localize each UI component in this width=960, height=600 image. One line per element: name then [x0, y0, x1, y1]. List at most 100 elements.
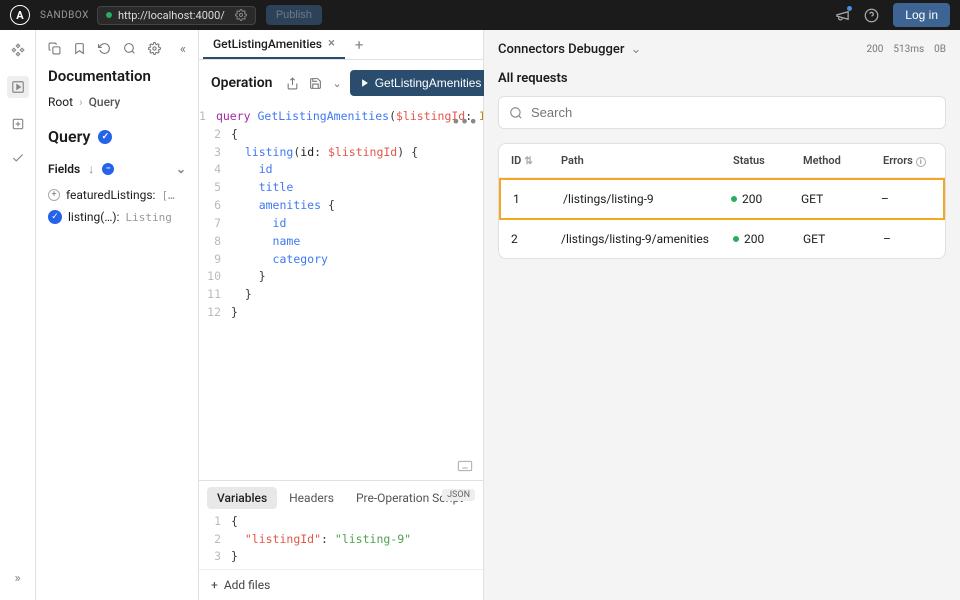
line-number: 3 — [199, 144, 231, 162]
overflow-icon[interactable]: ••• — [451, 110, 477, 135]
stat-code: 200 — [866, 44, 883, 55]
code-line[interactable]: id — [231, 215, 286, 233]
line-number: 6 — [199, 197, 231, 215]
request-row[interactable]: 2/listings/listing-9/amenities200GET– — [499, 220, 945, 258]
expand-rail-icon[interactable]: » — [14, 571, 20, 586]
more-icon[interactable]: ⌄ — [332, 77, 341, 90]
line-number: 12 — [199, 304, 231, 322]
line-number: 2 — [199, 126, 231, 144]
line-number: 10 — [199, 268, 231, 286]
field-type: Listing — [125, 211, 171, 224]
info-icon[interactable]: i — [916, 157, 926, 167]
help-icon[interactable] — [864, 8, 879, 23]
search-input[interactable] — [531, 105, 935, 120]
code-line[interactable]: } — [231, 304, 238, 322]
code-line[interactable]: { — [231, 126, 238, 144]
chevron-down-icon[interactable]: ⌄ — [176, 162, 186, 176]
row-errors: – — [881, 192, 931, 206]
explorer-icon[interactable] — [10, 42, 26, 58]
copy-icon[interactable] — [48, 42, 61, 57]
plus-icon: + — [211, 578, 218, 592]
col-status[interactable]: Status — [733, 154, 803, 167]
sort-icon[interactable]: ↓ — [88, 162, 94, 176]
line-number: 1 — [199, 108, 216, 126]
announcement-icon[interactable] — [835, 8, 850, 23]
collapse-sidebar-icon[interactable]: « — [180, 42, 186, 57]
field-item[interactable]: ✓ listing(…): Listing — [48, 206, 186, 228]
login-button[interactable]: Log in — [893, 3, 950, 27]
code-line[interactable]: listing(id: $listingId) { — [231, 144, 418, 162]
field-item[interactable]: +featuredListings: [… — [48, 184, 186, 206]
code-line[interactable]: name — [231, 233, 300, 251]
row-method: GET — [803, 232, 883, 246]
col-errors[interactable]: Errors — [883, 154, 913, 167]
apollo-logo[interactable]: A — [10, 5, 30, 25]
code-line[interactable]: } — [231, 286, 252, 304]
gear-icon[interactable] — [235, 9, 247, 21]
field-name: featuredListings: — [66, 188, 155, 202]
tabbar: GetListingAmenities × + — [199, 30, 483, 60]
tab-operation[interactable]: GetListingAmenities × — [203, 30, 345, 59]
publish-button[interactable]: Publish — [266, 5, 322, 25]
search-icon[interactable] — [123, 42, 136, 57]
selected-icon: ✓ — [48, 210, 62, 224]
row-method: GET — [801, 192, 881, 206]
line-number: 2 — [199, 531, 231, 548]
col-id[interactable]: ID — [511, 154, 521, 167]
status-dot-icon — [731, 196, 737, 202]
code-line[interactable]: } — [231, 268, 266, 286]
keyboard-shortcuts-icon[interactable] — [457, 460, 473, 472]
code-line[interactable]: amenities { — [231, 197, 335, 215]
run-button-label: GetListingAmenities — [375, 76, 482, 90]
checks-icon[interactable] — [10, 150, 26, 166]
code-line[interactable]: id — [231, 161, 273, 179]
code-line[interactable]: } — [231, 548, 238, 565]
sort-icon[interactable]: ⇅ — [524, 156, 532, 167]
tab-label: GetListingAmenities — [213, 37, 322, 51]
history-icon[interactable] — [98, 42, 111, 57]
requests-table: ID⇅ Path Status Method Errorsi 1/listing… — [498, 143, 946, 259]
col-path[interactable]: Path — [561, 154, 733, 167]
documentation-title: Documentation — [48, 67, 186, 85]
breadcrumb-root[interactable]: Root — [48, 95, 73, 109]
code-line[interactable]: "listingId": "listing-9" — [231, 531, 411, 548]
url-box[interactable]: http://localhost:4000/ — [97, 6, 256, 25]
collapse-fields-icon[interactable]: − — [102, 163, 114, 175]
chevron-down-icon[interactable]: ⌄ — [630, 42, 641, 57]
fields-label: Fields — [48, 162, 80, 176]
code-line[interactable]: query GetListingAmenities($listingId: ID — [216, 108, 483, 126]
topbar: A SANDBOX http://localhost:4000/ Publish… — [0, 0, 960, 30]
line-number: 1 — [199, 513, 231, 530]
vars-tab[interactable]: Headers — [279, 487, 344, 509]
run-operation-button[interactable]: GetListingAmenities — [350, 70, 492, 96]
schema-icon[interactable] — [10, 116, 26, 132]
bookmark-icon[interactable] — [73, 42, 86, 57]
request-row[interactable]: 1/listings/listing-9200GET– — [499, 178, 945, 220]
operation-editor-icon[interactable] — [7, 76, 29, 98]
close-tab-icon[interactable]: × — [328, 36, 335, 51]
save-icon[interactable] — [309, 77, 322, 90]
vars-tab[interactable]: Post-Operat — [475, 487, 483, 509]
row-id: 1 — [513, 192, 563, 206]
row-id: 2 — [511, 232, 561, 246]
breadcrumb: Root › Query — [48, 95, 186, 109]
vars-tab[interactable]: Variables — [207, 487, 277, 509]
code-line[interactable]: title — [231, 179, 293, 197]
variables-editor[interactable]: 1{2 "listingId": "listing-9"3} — [199, 509, 483, 569]
line-number: 11 — [199, 286, 231, 304]
code-editor[interactable]: ••• 1query GetListingAmenities($listingI… — [199, 106, 483, 480]
col-method[interactable]: Method — [803, 154, 883, 167]
settings-icon[interactable] — [148, 42, 161, 57]
add-field-icon[interactable]: + — [48, 189, 60, 201]
query-title: Query — [48, 127, 90, 146]
line-number: 9 — [199, 251, 231, 269]
code-line[interactable]: category — [231, 251, 328, 269]
search-box[interactable] — [498, 96, 946, 129]
field-name: listing(…): — [68, 210, 119, 224]
code-line[interactable]: { — [231, 513, 238, 530]
line-number: 5 — [199, 179, 231, 197]
share-icon[interactable] — [286, 77, 299, 90]
add-tab-icon[interactable]: + — [345, 36, 374, 54]
add-files-button[interactable]: + Add files — [199, 569, 483, 600]
line-number: 4 — [199, 161, 231, 179]
